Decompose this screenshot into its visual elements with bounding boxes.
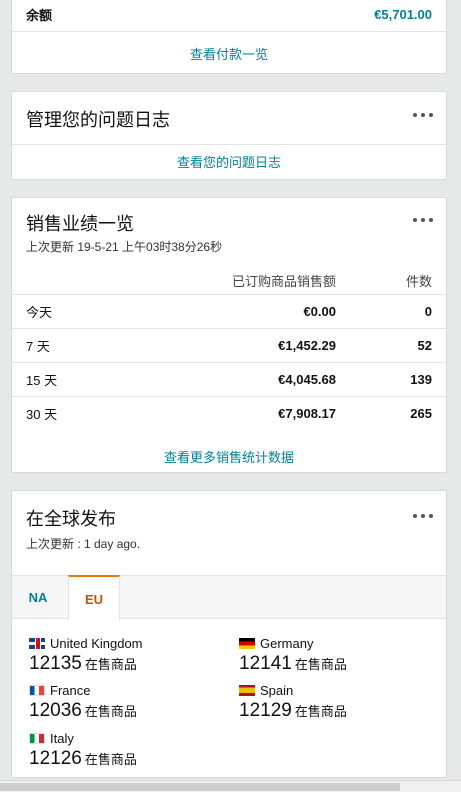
view-more-sales-link[interactable]: 查看更多销售统计数据: [12, 447, 446, 466]
sales-title: 销售业绩一览: [26, 214, 134, 234]
market-count: 12141: [239, 653, 292, 674]
market-unit: 在售商品: [84, 657, 137, 672]
count: 139: [410, 372, 432, 387]
period: 30 天: [26, 407, 58, 422]
amount: €4,045.68: [278, 372, 336, 387]
market-de: Germany 12141 在售商品: [239, 635, 347, 675]
balance-card: 余额 €5,701.00 查看付款一览: [11, 0, 447, 74]
france-flag-icon: [29, 684, 45, 696]
divider: [12, 144, 446, 145]
market-count: 12129: [239, 700, 292, 721]
market-name: Germany: [260, 635, 314, 651]
period: 15 天: [26, 373, 58, 388]
market-unit: 在售商品: [84, 704, 137, 719]
market-fr: France 12036 在售商品: [29, 682, 137, 722]
market-name: Italy: [50, 730, 74, 746]
view-issue-log-link[interactable]: 查看您的问题日志: [12, 152, 446, 171]
count-header: 件数: [405, 273, 432, 289]
market-name: Spain: [260, 682, 294, 698]
horizontal-scrollbar[interactable]: [0, 780, 461, 792]
sales-summary-card: 销售业绩一览 上次更新 19-5-21 上午03时38分26秒 已订购商品销售额…: [11, 197, 447, 473]
period: 今天: [26, 305, 53, 320]
market-count: 12135: [29, 653, 82, 674]
market-unit: 在售商品: [294, 704, 347, 719]
count: 265: [410, 406, 432, 421]
market-uk: United Kingdom 12135 在售商品: [29, 635, 143, 675]
divider: [12, 31, 446, 32]
amount: €7,908.17: [278, 406, 336, 421]
table-row: 30 天 €7,908.17 265: [12, 396, 446, 430]
germany-flag-icon: [239, 637, 255, 649]
market-count: 12036: [29, 700, 82, 721]
market-name: United Kingdom: [50, 635, 143, 651]
market-unit: 在售商品: [84, 752, 137, 767]
market-name: France: [50, 682, 91, 698]
scrollbar-thumb[interactable]: [0, 783, 400, 791]
amount: €1,452.29: [278, 338, 336, 353]
sales-table: 已订购商品销售额 件数 今天 €0.00 0 7 天 €1,452.29 52 …: [12, 266, 446, 430]
spain-flag-icon: [239, 684, 255, 696]
uk-flag-icon: [29, 637, 45, 649]
more-options-icon[interactable]: [413, 215, 433, 225]
amount: €0.00: [303, 304, 336, 319]
count: 0: [424, 304, 432, 319]
amount-header: 已订购商品销售额: [231, 273, 336, 289]
more-options-icon[interactable]: [413, 110, 433, 120]
sales-table-header: 已订购商品销售额 件数: [12, 266, 446, 294]
market-it: Italy 12126 在售商品: [29, 730, 137, 770]
global-title: 在全球发布: [26, 509, 116, 529]
table-row: 今天 €0.00 0: [12, 294, 446, 328]
global-selling-card: 在全球发布 上次更新 : 1 day ago. NA EU United Kin…: [11, 490, 447, 778]
italy-flag-icon: [29, 732, 45, 744]
balance-label: 余额: [26, 8, 53, 23]
table-row: 7 天 €1,452.29 52: [12, 328, 446, 362]
view-payments-link[interactable]: 查看付款一览: [12, 44, 446, 63]
period: 7 天: [26, 339, 50, 354]
tab-na[interactable]: NA: [12, 575, 64, 620]
balance-value: €5,701.00: [374, 7, 432, 22]
tab-eu[interactable]: EU: [68, 575, 120, 621]
balance-row: 余额 €5,701.00: [26, 5, 432, 24]
region-tabs: NA EU: [12, 575, 446, 621]
global-updated: 上次更新 : 1 day ago.: [26, 537, 141, 551]
more-options-icon[interactable]: [413, 511, 433, 521]
sales-updated: 上次更新 19-5-21 上午03时38分26秒: [26, 240, 223, 254]
market-es: Spain 12129 在售商品: [239, 682, 347, 722]
market-unit: 在售商品: [294, 657, 347, 672]
issue-log-title: 管理您的问题日志: [26, 110, 170, 130]
issue-log-card: 管理您的问题日志 查看您的问题日志: [11, 91, 447, 180]
count: 52: [417, 338, 432, 353]
table-row: 15 天 €4,045.68 139: [12, 362, 446, 396]
market-count: 12126: [29, 748, 82, 769]
